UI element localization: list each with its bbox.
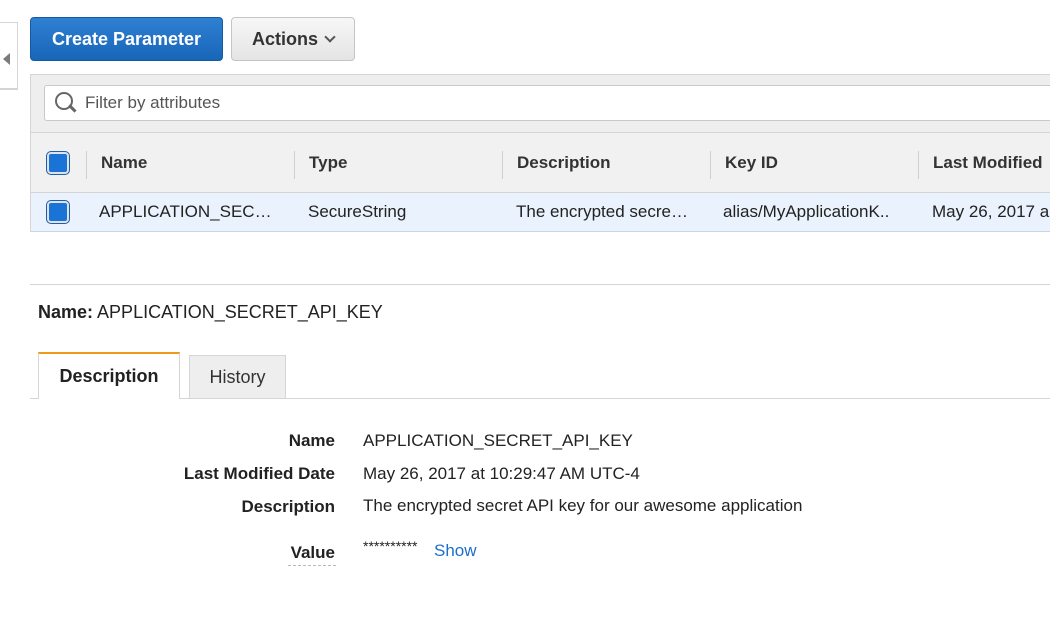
row-checkbox[interactable] (47, 201, 69, 223)
cell-name: APPLICATION_SEC… (99, 202, 272, 221)
filter-bar (31, 75, 1050, 133)
select-all-checkbox[interactable] (47, 151, 69, 174)
rail-divider (0, 88, 17, 89)
cell-last-modified: May 26, 2017 a (932, 202, 1050, 221)
field-value-name: APPLICATION_SECRET_API_KEY (363, 431, 633, 450)
show-value-link[interactable]: Show (434, 541, 477, 561)
actions-label: Actions (251, 28, 318, 49)
field-label-description: Description (241, 497, 335, 516)
masked-value: ********** (363, 538, 418, 554)
detail-heading-label: Name: (38, 302, 94, 322)
field-label-name: Name (288, 431, 335, 450)
collapse-arrow-icon (3, 53, 10, 65)
value-label-underline (288, 565, 336, 566)
cell-type: SecureString (308, 202, 407, 221)
search-icon (53, 90, 79, 116)
field-label-value: Value (290, 543, 335, 562)
table-row[interactable]: APPLICATION_SEC… SecureString The encryp… (31, 193, 1050, 232)
sidebar-collapse-rail[interactable] (0, 22, 18, 90)
field-label-last-modified: Last Modified Date (183, 464, 335, 483)
cell-key-id: alias/MyApplicationK.. (723, 202, 890, 221)
create-parameter-label: Create Parameter (51, 28, 202, 49)
chevron-down-icon (324, 30, 336, 43)
table-header: Name Type Description Key ID Last Modifi… (31, 133, 1050, 193)
filter-input[interactable] (83, 92, 687, 114)
field-value-description: The encrypted secret API key for our awe… (363, 496, 803, 515)
detail-heading-value: APPLICATION_SECRET_API_KEY (97, 302, 383, 322)
column-separator (294, 151, 295, 179)
column-separator (710, 151, 711, 179)
column-separator (502, 151, 503, 179)
column-header-type[interactable]: Type (309, 133, 347, 192)
create-parameter-button[interactable]: Create Parameter (30, 17, 223, 61)
column-header-last-modified[interactable]: Last Modified (933, 133, 1043, 192)
column-header-key-id[interactable]: Key ID (725, 133, 778, 192)
tab-history[interactable]: History (189, 355, 286, 398)
column-separator (918, 151, 919, 179)
column-header-name[interactable]: Name (101, 133, 147, 192)
column-header-description[interactable]: Description (517, 133, 611, 192)
section-divider (30, 284, 1050, 285)
detail-heading: Name: APPLICATION_SECRET_API_KEY (38, 302, 383, 323)
parameter-list-panel: Name Type Description Key ID Last Modifi… (30, 74, 1050, 232)
column-separator (86, 151, 87, 179)
actions-dropdown-button[interactable]: Actions (231, 17, 355, 61)
row-checkbox-cell[interactable] (47, 193, 69, 231)
select-all-checkbox-cell[interactable] (47, 133, 69, 192)
filter-box (44, 85, 1050, 121)
tab-description[interactable]: Description (38, 352, 180, 399)
tabs-baseline (30, 398, 1050, 399)
field-value-last-modified: May 26, 2017 at 10:29:47 AM UTC-4 (363, 464, 640, 483)
cell-description: The encrypted secre… (516, 202, 688, 221)
